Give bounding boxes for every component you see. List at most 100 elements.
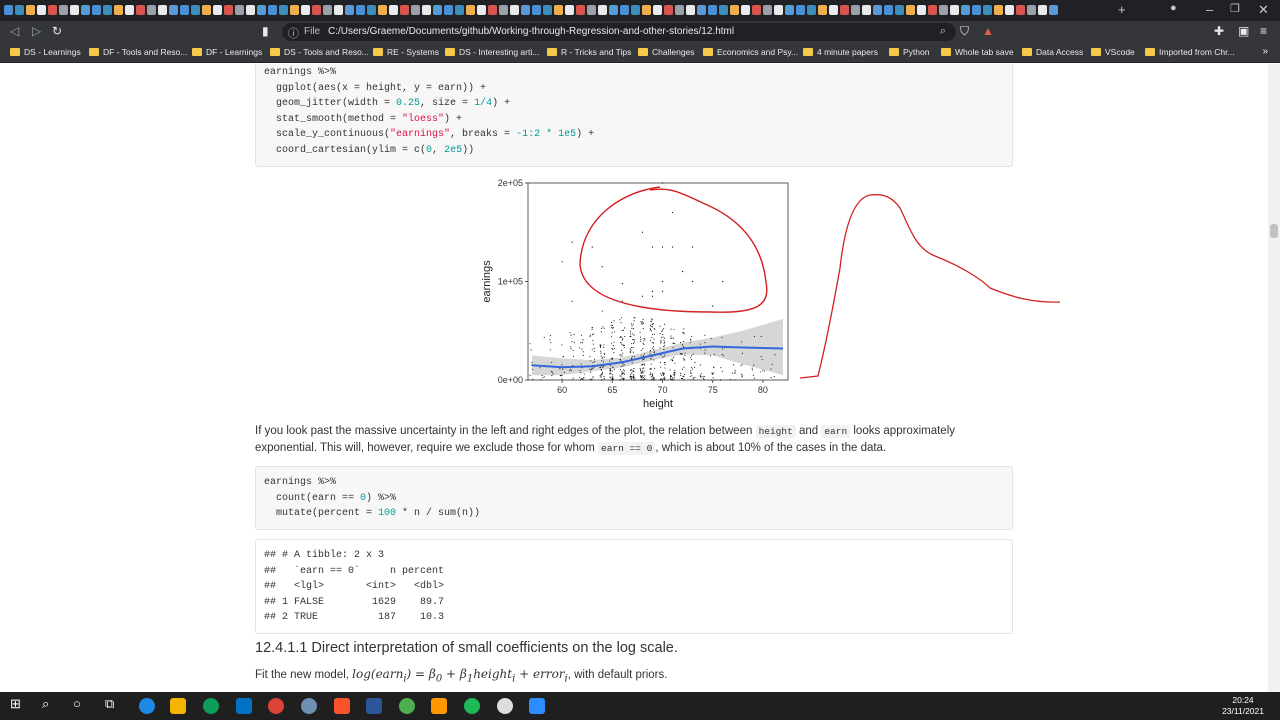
tab-favicon-icon[interactable] xyxy=(983,5,992,15)
tab-favicon-icon[interactable] xyxy=(807,5,816,15)
tab-favicon-icon[interactable] xyxy=(961,5,970,15)
tab-favicon-icon[interactable] xyxy=(565,5,574,15)
tab-favicon-icon[interactable] xyxy=(147,5,156,15)
system-clock[interactable]: 20:24 23/11/2021 xyxy=(1222,695,1264,717)
tab-favicon-icon[interactable] xyxy=(741,5,750,15)
tab-favicon-icon[interactable] xyxy=(884,5,893,15)
tab-favicon-icon[interactable] xyxy=(367,5,376,15)
tab-favicon-icon[interactable] xyxy=(455,5,464,15)
bookmark-folder[interactable]: DS - Tools and Reso... xyxy=(270,47,369,57)
tab-favicon-icon[interactable] xyxy=(389,5,398,15)
word-icon[interactable] xyxy=(366,698,382,714)
bookmark-folder[interactable]: DS - Interesting arti... xyxy=(445,47,539,57)
tab-favicon-icon[interactable] xyxy=(422,5,431,15)
tab-favicon-icon[interactable] xyxy=(708,5,717,15)
tab-favicon-icon[interactable] xyxy=(235,5,244,15)
address-bar[interactable]: ⓘ File C:/Users/Graeme/Documents/github/… xyxy=(282,23,956,41)
tab-favicon-icon[interactable] xyxy=(510,5,519,15)
reload-icon[interactable]: ↻ xyxy=(52,24,62,38)
tab-favicon-icon[interactable] xyxy=(829,5,838,15)
tab-favicon-icon[interactable] xyxy=(1049,5,1058,15)
bookmark-folder[interactable]: R - Tricks and Tips xyxy=(547,47,631,57)
tab-favicon-icon[interactable] xyxy=(774,5,783,15)
search-icon[interactable]: ⌕ xyxy=(940,25,946,38)
url-text[interactable]: C:/Users/Graeme/Documents/github/Working… xyxy=(328,26,734,37)
bookmark-folder[interactable]: Data Access xyxy=(1022,47,1083,57)
tab-favicon-icon[interactable] xyxy=(444,5,453,15)
tab-favicon-icon[interactable] xyxy=(37,5,46,15)
bookmark-folder[interactable]: Challenges xyxy=(638,47,695,57)
tab-favicon-icon[interactable] xyxy=(543,5,552,15)
tab-favicon-icon[interactable] xyxy=(928,5,937,15)
tab-favicon-icon[interactable] xyxy=(1038,5,1047,15)
tab-favicon-icon[interactable] xyxy=(345,5,354,15)
bookmark-icon[interactable]: ▮ xyxy=(262,24,269,38)
tab-favicon-icon[interactable] xyxy=(334,5,343,15)
search-icon[interactable]: ⌕ xyxy=(42,696,58,712)
tab-favicon-icon[interactable] xyxy=(466,5,475,15)
tab-favicon-icon[interactable] xyxy=(631,5,640,15)
tab-favicon-icon[interactable] xyxy=(939,5,948,15)
tab-favicon-icon[interactable] xyxy=(70,5,79,15)
maximize-icon[interactable]: ❐ xyxy=(1230,2,1240,15)
tab-favicon-icon[interactable] xyxy=(323,5,332,15)
menu-icon[interactable]: ≡ xyxy=(1260,24,1267,38)
tab-favicon-icon[interactable] xyxy=(785,5,794,15)
tab-favicon-icon[interactable] xyxy=(752,5,761,15)
tab-favicon-icon[interactable] xyxy=(268,5,277,15)
tab-favicon-icon[interactable] xyxy=(851,5,860,15)
file-explorer-icon[interactable] xyxy=(170,698,186,714)
back-icon[interactable]: ◁ xyxy=(10,24,19,38)
app-icon[interactable] xyxy=(399,698,415,714)
windows-start-icon[interactable]: ⊞ xyxy=(10,696,26,712)
tab-favicon-icon[interactable] xyxy=(257,5,266,15)
tab-favicon-icon[interactable] xyxy=(81,5,90,15)
wallet-icon[interactable]: ▣ xyxy=(1238,24,1249,38)
bookmark-folder[interactable]: RE - Systems xyxy=(373,47,439,57)
brave-shield-icon[interactable]: ⛉ xyxy=(960,24,969,39)
app-icon[interactable] xyxy=(497,698,513,714)
tab-favicon-icon[interactable] xyxy=(730,5,739,15)
tab-favicon-icon[interactable] xyxy=(125,5,134,15)
tab-favicon-icon[interactable] xyxy=(92,5,101,15)
tab-favicon-icon[interactable] xyxy=(521,5,530,15)
minimize-icon[interactable]: – xyxy=(1206,2,1213,17)
tab-favicon-icon[interactable] xyxy=(224,5,233,15)
app-icon[interactable] xyxy=(139,698,155,714)
tab-favicon-icon[interactable] xyxy=(895,5,904,15)
tab-favicon-icon[interactable] xyxy=(818,5,827,15)
tab-favicon-icon[interactable] xyxy=(917,5,926,15)
bookmark-folder[interactable]: Python xyxy=(889,47,929,57)
tab-favicon-icon[interactable] xyxy=(576,5,585,15)
tab-favicon-icon[interactable] xyxy=(620,5,629,15)
tab-favicon-icon[interactable] xyxy=(312,5,321,15)
bookmark-folder[interactable]: 4 minute papers xyxy=(803,47,878,57)
tab-favicon-icon[interactable] xyxy=(862,5,871,15)
brave-icon[interactable] xyxy=(334,698,350,714)
outlook-icon[interactable] xyxy=(236,698,252,714)
new-tab-icon[interactable]: + xyxy=(1118,2,1126,17)
edge-icon[interactable] xyxy=(203,698,219,714)
bookmark-folder[interactable]: DF - Tools and Reso... xyxy=(89,47,187,57)
scrollbar-thumb[interactable] xyxy=(1270,224,1278,238)
tab-favicon-icon[interactable] xyxy=(400,5,409,15)
tab-favicon-icon[interactable] xyxy=(664,5,673,15)
tab-favicon-icon[interactable] xyxy=(873,5,882,15)
profile-icon[interactable]: ● xyxy=(1170,2,1177,14)
tab-favicon-icon[interactable] xyxy=(972,5,981,15)
forward-icon[interactable]: ▷ xyxy=(32,24,41,38)
tab-favicon-icon[interactable] xyxy=(598,5,607,15)
zoom-icon[interactable] xyxy=(529,698,545,714)
tab-favicon-icon[interactable] xyxy=(433,5,442,15)
extensions-icon[interactable]: ✚ xyxy=(1214,24,1224,38)
tab-favicon-icon[interactable] xyxy=(279,5,288,15)
tab-favicon-icon[interactable] xyxy=(488,5,497,15)
cortana-icon[interactable]: ○ xyxy=(73,696,89,712)
tab-favicon-icon[interactable] xyxy=(1016,5,1025,15)
bookmark-folder[interactable]: VScode xyxy=(1091,47,1135,57)
tab-favicon-icon[interactable] xyxy=(906,5,915,15)
tab-favicon-icon[interactable] xyxy=(642,5,651,15)
tab-favicon-icon[interactable] xyxy=(653,5,662,15)
close-window-icon[interactable]: ✕ xyxy=(1258,2,1269,18)
tab-favicon-icon[interactable] xyxy=(950,5,959,15)
